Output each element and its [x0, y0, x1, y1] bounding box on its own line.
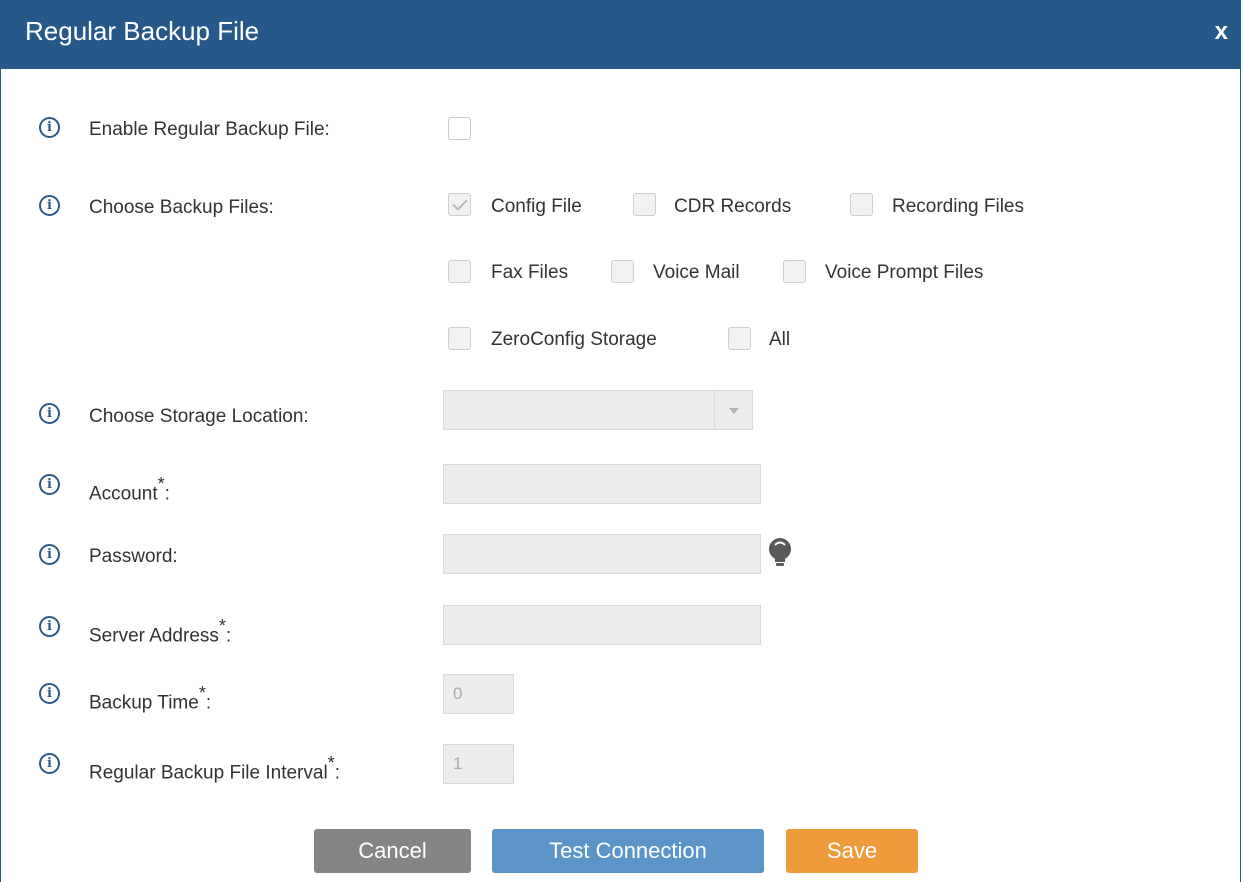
info-icon[interactable]: i [39, 544, 60, 565]
backup-time-label: Backup Time*: [89, 683, 212, 714]
label-suffix: : [334, 762, 340, 784]
label-suffix: : [164, 483, 170, 505]
backup-interval-input[interactable]: 1 [443, 744, 514, 784]
close-button[interactable]: x [1215, 18, 1228, 46]
required-mark: * [198, 683, 206, 703]
backup-time-input[interactable]: 0 [443, 674, 514, 714]
all-label: All [769, 329, 791, 350]
enable-backup-checkbox[interactable] [448, 117, 471, 140]
regular-backup-dialog: Regular Backup File x i Enable Regular B… [0, 0, 1241, 882]
storage-location-label: Choose Storage Location: [89, 406, 309, 427]
info-icon[interactable]: i [39, 683, 60, 704]
voice-prompt-files-label: Voice Prompt Files [825, 262, 984, 283]
info-icon[interactable]: i [39, 616, 60, 637]
config-file-checkbox[interactable] [448, 193, 471, 216]
backup-interval-label: Regular Backup File Interval*: [89, 753, 340, 784]
label-suffix: : [225, 625, 232, 647]
info-icon[interactable]: i [39, 117, 60, 138]
fax-files-label: Fax Files [491, 262, 569, 283]
save-button[interactable]: Save [786, 829, 918, 873]
voice-mail-checkbox[interactable] [611, 260, 634, 283]
server-address-label-text: Server Address [89, 625, 219, 647]
zeroconfig-storage-label: ZeroConfig Storage [491, 329, 657, 350]
label-suffix: : [205, 692, 212, 714]
info-icon[interactable]: i [39, 403, 60, 424]
storage-location-select[interactable] [443, 390, 753, 430]
info-icon[interactable]: i [39, 474, 60, 495]
server-address-label: Server Address*: [89, 616, 232, 647]
cancel-button[interactable]: Cancel [314, 829, 471, 873]
info-icon[interactable]: i [39, 753, 60, 774]
account-label-text: Account [89, 483, 158, 505]
account-label: Account*: [89, 474, 170, 505]
dialog-titlebar: Regular Backup File x [1, 0, 1240, 69]
test-connection-button[interactable]: Test Connection [492, 829, 764, 873]
required-mark: * [157, 474, 165, 494]
required-mark: * [218, 616, 226, 636]
enable-backup-label: Enable Regular Backup File: [89, 119, 330, 140]
lightbulb-icon[interactable] [766, 537, 794, 567]
voice-prompt-files-checkbox[interactable] [783, 260, 806, 283]
backup-time-label-text: Backup Time [89, 692, 199, 714]
required-mark: * [327, 753, 335, 773]
choose-backup-files-label: Choose Backup Files: [89, 197, 274, 218]
password-input[interactable] [443, 534, 761, 574]
backup-interval-label-text: Regular Backup File Interval [89, 762, 328, 784]
recording-files-checkbox[interactable] [850, 193, 873, 216]
chevron-down-icon [714, 391, 752, 429]
password-label: Password: [89, 546, 178, 567]
fax-files-checkbox[interactable] [448, 260, 471, 283]
server-address-input[interactable] [443, 605, 761, 645]
info-icon[interactable]: i [39, 195, 60, 216]
config-file-label: Config File [491, 196, 582, 217]
cdr-records-label: CDR Records [674, 196, 792, 217]
dialog-title: Regular Backup File [25, 16, 260, 46]
cdr-records-checkbox[interactable] [633, 193, 656, 216]
account-input[interactable] [443, 464, 761, 504]
zeroconfig-storage-checkbox[interactable] [448, 327, 471, 350]
voice-mail-label: Voice Mail [653, 262, 740, 283]
all-checkbox[interactable] [728, 327, 751, 350]
recording-files-label: Recording Files [892, 196, 1024, 217]
